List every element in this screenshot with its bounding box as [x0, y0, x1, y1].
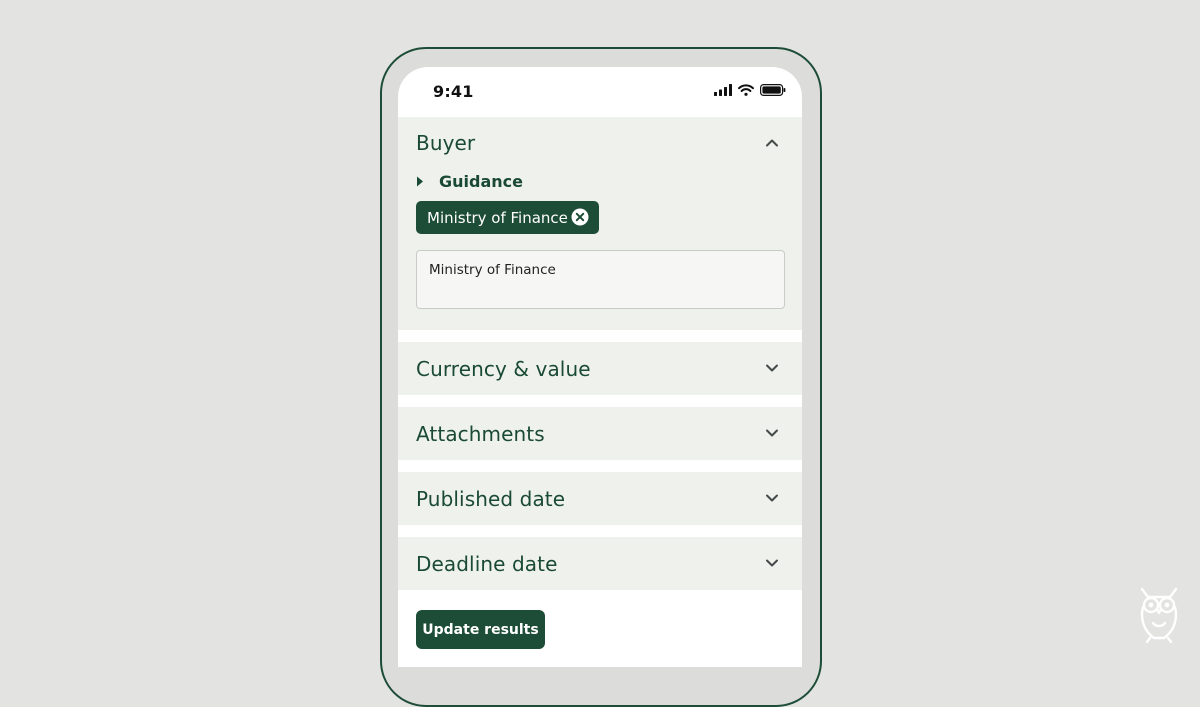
published-date-filter-panel[interactable]: Published date: [398, 472, 802, 525]
chevron-up-icon[interactable]: [764, 138, 780, 148]
buyer-search-input[interactable]: Ministry of Finance: [416, 250, 785, 309]
wifi-icon: [738, 84, 754, 96]
triangle-right-icon: [417, 176, 423, 186]
chevron-down-icon[interactable]: [764, 363, 780, 373]
deadline-date-filter-panel[interactable]: Deadline date: [398, 537, 802, 590]
buyer-filter-panel: Buyer Guidance Ministry of Finance Minis…: [398, 117, 802, 330]
owl-icon: [1140, 587, 1178, 643]
published-date-filter-title: Published date: [416, 487, 566, 511]
close-circle-icon[interactable]: [571, 208, 589, 226]
chevron-down-icon[interactable]: [764, 558, 780, 568]
currency-filter-title: Currency & value: [416, 357, 591, 381]
signal-icon: [714, 84, 732, 96]
attachments-filter-title: Attachments: [416, 422, 545, 446]
status-icons: [714, 84, 786, 96]
buyer-filter-title: Buyer: [416, 131, 476, 155]
chevron-down-icon[interactable]: [764, 428, 780, 438]
status-bar: 9:41: [398, 67, 802, 117]
selected-buyer-chip: Ministry of Finance: [416, 201, 599, 234]
guidance-toggle[interactable]: Guidance: [416, 170, 523, 192]
phone-screen: 9:41 Buyer Guidance Ministry of Finance …: [398, 67, 802, 667]
guidance-label: Guidance: [439, 171, 523, 191]
battery-icon: [760, 84, 786, 96]
buyer-filter-header[interactable]: Buyer: [398, 117, 802, 167]
chevron-down-icon[interactable]: [764, 493, 780, 503]
status-time: 9:41: [433, 82, 474, 101]
currency-filter-panel[interactable]: Currency & value: [398, 342, 802, 395]
update-results-button[interactable]: Update results: [416, 610, 545, 649]
attachments-filter-panel[interactable]: Attachments: [398, 407, 802, 460]
chip-label: Ministry of Finance: [427, 208, 568, 227]
deadline-date-filter-title: Deadline date: [416, 552, 558, 576]
